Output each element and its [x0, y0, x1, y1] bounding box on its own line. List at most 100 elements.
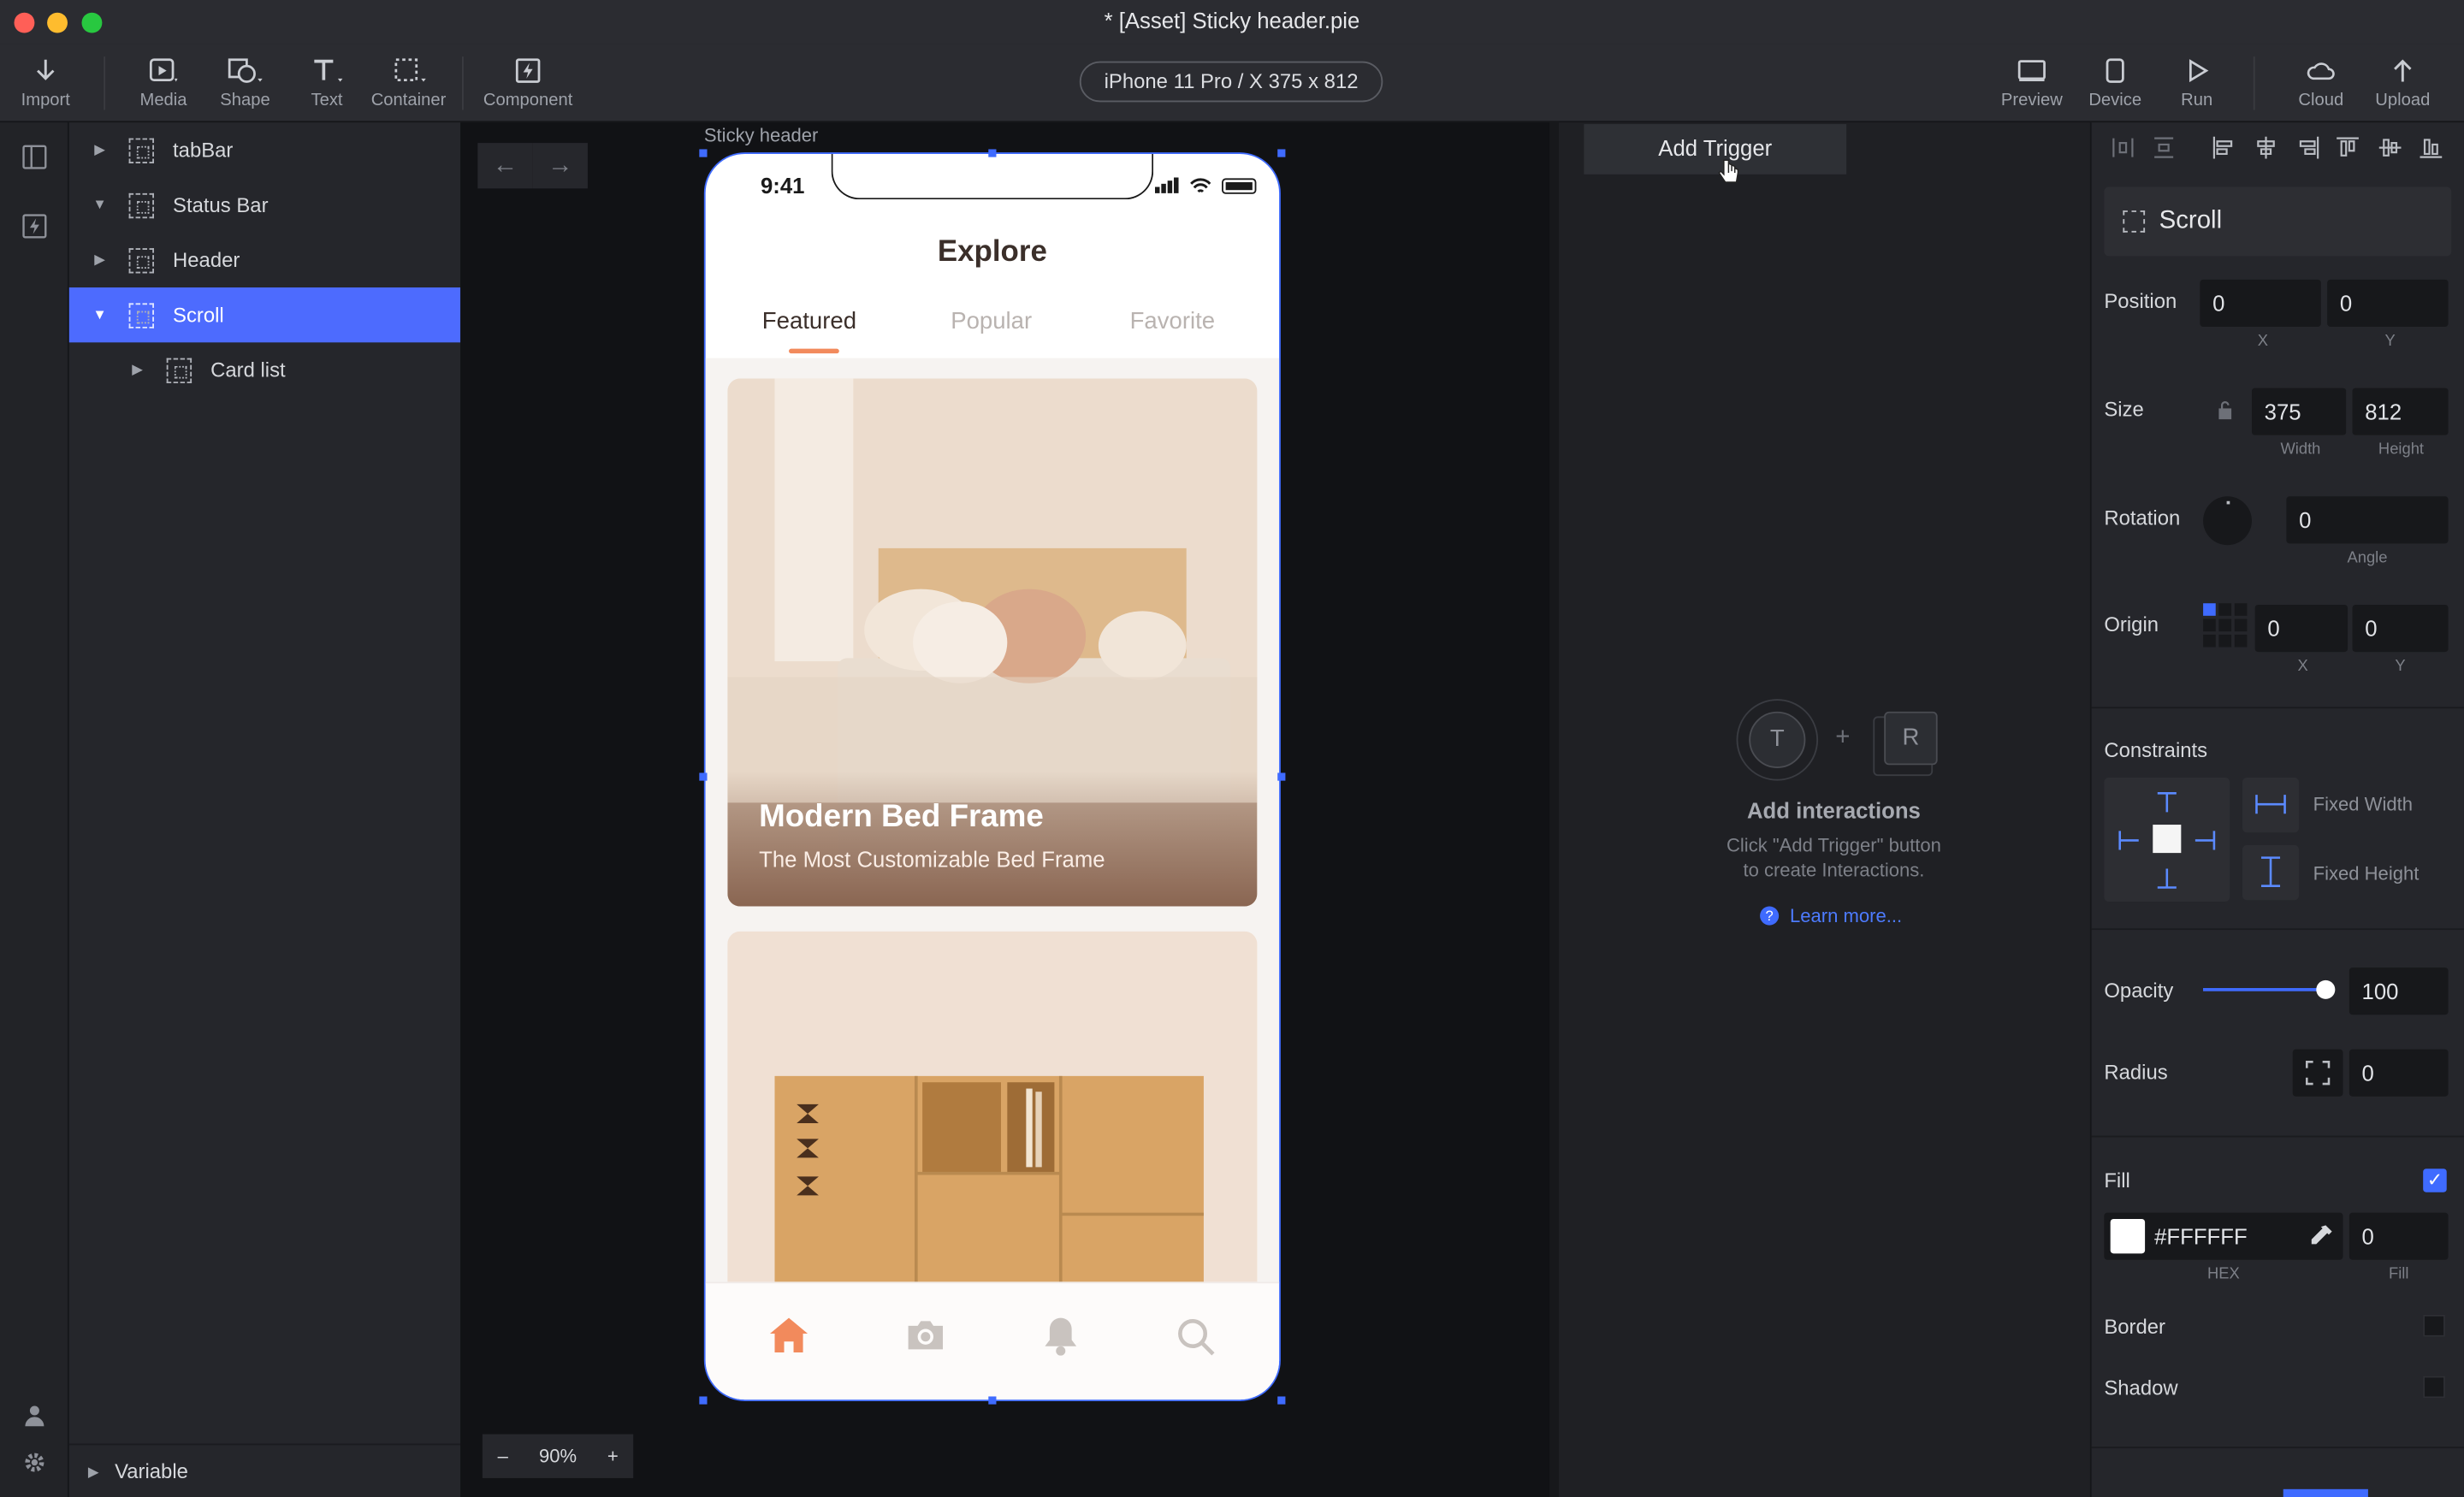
fill-swatch[interactable]	[2110, 1218, 2146, 1254]
fixed-width-button[interactable]	[2242, 777, 2300, 833]
learn-more-link[interactable]: Learn more...	[1790, 905, 1902, 927]
position-y-input[interactable]: 0	[2327, 279, 2449, 327]
media-button[interactable]: Media	[135, 56, 192, 110]
home-icon[interactable]	[768, 1317, 809, 1354]
origin-grid-icon[interactable]	[2203, 603, 2248, 648]
collapse-arrow-icon[interactable]: ▼	[92, 178, 106, 233]
origin-x-input[interactable]: 0	[2254, 604, 2348, 653]
import-button[interactable]: Import	[15, 56, 75, 110]
upload-button[interactable]: Upload	[2372, 56, 2432, 110]
resize-handle[interactable]	[988, 1396, 997, 1405]
layer-item-status-bar[interactable]: ▼ Status Bar	[69, 178, 460, 233]
cloud-button[interactable]: Cloud	[2295, 56, 2348, 110]
align-bottom-icon[interactable]	[2419, 135, 2443, 160]
border-checkbox[interactable]	[2423, 1314, 2445, 1337]
origin-y-input[interactable]: 0	[2352, 604, 2449, 653]
rotation-dial[interactable]	[2203, 496, 2252, 546]
device-selector[interactable]: iPhone 11 Pro / X 375 x 812	[1079, 61, 1383, 103]
position-x-input[interactable]: 0	[2200, 279, 2321, 327]
zoom-in-button[interactable]: +	[592, 1435, 633, 1478]
settings-gear-icon[interactable]	[24, 1452, 46, 1474]
layer-name-box[interactable]: Scroll	[2104, 186, 2452, 257]
opacity-slider[interactable]	[2203, 979, 2336, 999]
eyedropper-icon[interactable]	[2308, 1223, 2333, 1248]
opacity-input[interactable]: 100	[2348, 967, 2449, 1015]
preview-button[interactable]: Preview	[1999, 56, 2064, 110]
card-modern-bed-frame[interactable]: Modern Bed Frame The Most Customizable B…	[727, 378, 1258, 907]
zoom-window-button[interactable]	[81, 12, 103, 33]
resize-handle[interactable]	[1277, 1396, 1286, 1405]
hex-label: HEX	[2207, 1266, 2240, 1284]
shadow-checkbox[interactable]	[2423, 1376, 2445, 1399]
components-panel-icon[interactable]	[22, 214, 47, 239]
border-label: Border	[2104, 1314, 2166, 1339]
angle-input[interactable]: 0	[2286, 496, 2449, 544]
back-arrow-button[interactable]: ←	[477, 143, 533, 189]
variable-section[interactable]: ▶ Variable	[68, 1443, 461, 1497]
radius-corners-button[interactable]	[2292, 1049, 2343, 1097]
constraints-box[interactable]	[2104, 777, 2230, 902]
layer-item-header[interactable]: ▶ Header	[69, 233, 460, 287]
collapse-arrow-icon[interactable]: ▼	[92, 287, 106, 342]
tab-featured[interactable]: Featured	[762, 308, 856, 334]
shape-button[interactable]: Shape	[216, 56, 273, 110]
add-interactions-title: Add interactions	[1746, 797, 1921, 824]
minimize-window-button[interactable]	[47, 12, 68, 33]
resize-handle[interactable]	[699, 1396, 708, 1405]
card-cabinet[interactable]	[727, 931, 1258, 1286]
resize-handle[interactable]	[699, 149, 708, 157]
opacity-label: Opacity	[2104, 979, 2174, 1003]
align-middle-v-icon[interactable]	[2378, 135, 2402, 160]
layer-item-card-list[interactable]: ▶ Card list	[69, 342, 460, 397]
camera-icon[interactable]	[903, 1318, 947, 1352]
lock-icon[interactable]	[2218, 400, 2233, 420]
frame-label[interactable]: Sticky header	[704, 124, 819, 146]
container-layer-icon	[166, 358, 192, 384]
width-input[interactable]: 375	[2251, 388, 2347, 435]
tab-favorite[interactable]: Favorite	[1130, 308, 1216, 334]
layer-label: Header	[173, 248, 240, 272]
fixed-width-label: Fixed Width	[2313, 793, 2413, 816]
distribute-horizontal-icon[interactable]	[2111, 135, 2135, 160]
resize-handle[interactable]	[1277, 772, 1286, 781]
layer-item-scroll[interactable]: ▼ Scroll	[68, 287, 461, 343]
zoom-level[interactable]: 90%	[524, 1435, 593, 1478]
expand-arrow-icon[interactable]: ▶	[132, 342, 143, 397]
card-subtitle: The Most Customizable Bed Frame	[759, 846, 1105, 873]
device-button[interactable]: Device	[2087, 56, 2143, 110]
expand-arrow-icon[interactable]: ▶	[94, 122, 105, 177]
expand-arrow-icon[interactable]: ▶	[94, 233, 105, 287]
fill-checkbox[interactable]: ✓	[2423, 1169, 2447, 1192]
layers-panel-icon[interactable]	[22, 145, 47, 169]
forward-arrow-button[interactable]: →	[532, 143, 588, 189]
height-input[interactable]: 812	[2352, 388, 2449, 435]
align-right-icon[interactable]	[2295, 135, 2320, 160]
container-button[interactable]: Container	[370, 56, 446, 110]
search-icon[interactable]	[1176, 1317, 1217, 1358]
container-layer-icon	[128, 192, 154, 219]
expand-arrow-icon[interactable]: ▶	[88, 1445, 99, 1497]
close-window-button[interactable]	[14, 12, 35, 33]
run-button[interactable]: Run	[2175, 56, 2218, 110]
distribute-vertical-icon[interactable]	[2151, 135, 2176, 160]
constraints-pins-icon[interactable]	[2104, 778, 2230, 902]
component-button[interactable]: Component	[481, 56, 575, 110]
phone-frame[interactable]: 9:41 Explore Featured Popular Favorite M…	[703, 152, 1281, 1401]
zoom-out-button[interactable]: –	[483, 1435, 524, 1478]
text-button[interactable]: Text	[303, 56, 350, 110]
resize-handle[interactable]	[1277, 149, 1286, 157]
layer-item-tabbar[interactable]: ▶ tabBar	[69, 122, 460, 177]
fixed-height-button[interactable]	[2242, 844, 2300, 901]
user-icon[interactable]	[24, 1405, 46, 1427]
radius-input[interactable]: 0	[2348, 1049, 2449, 1097]
align-center-h-icon[interactable]	[2254, 135, 2278, 160]
fill-value-input[interactable]: 0	[2348, 1212, 2449, 1260]
resize-handle[interactable]	[988, 149, 997, 157]
align-left-icon[interactable]	[2211, 135, 2236, 160]
tab-popular[interactable]: Popular	[951, 308, 1032, 334]
bell-icon[interactable]	[1042, 1315, 1080, 1356]
align-top-icon[interactable]	[2335, 135, 2360, 160]
hex-input[interactable]: #FFFFFF	[2104, 1212, 2343, 1260]
resize-handle[interactable]	[699, 772, 708, 781]
cloud-icon	[2307, 62, 2335, 80]
